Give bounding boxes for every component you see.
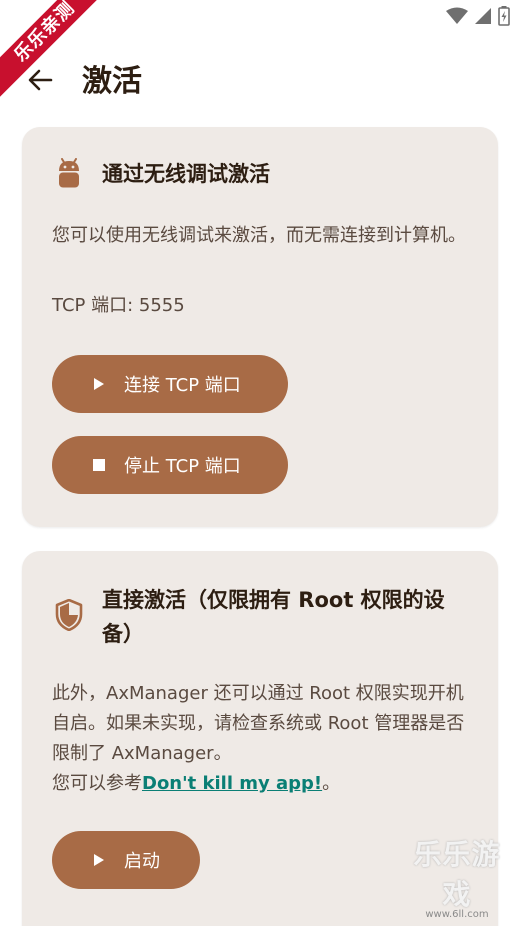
wireless-card-title: 通过无线调试激活 xyxy=(102,162,270,186)
watermark-url: www.6ll.com xyxy=(425,909,489,920)
stop-icon xyxy=(92,458,106,472)
page-title: 激活 xyxy=(82,64,142,99)
tcp-port-text: TCP 端口: 5555 xyxy=(52,295,185,316)
play-icon xyxy=(92,853,106,867)
connect-tcp-port-button[interactable]: 连接 TCP 端口 xyxy=(52,355,288,413)
wifi-icon xyxy=(446,7,468,25)
stop-tcp-port-button[interactable]: 停止 TCP 端口 xyxy=(52,436,288,494)
connect-tcp-port-label: 连接 TCP 端口 xyxy=(124,375,241,396)
screen: 乐乐亲测 激活 通过无线调试激活 您可以使用无线调试来激活，而无需连接到计算机。… xyxy=(0,0,520,926)
start-button-label: 启动 xyxy=(124,851,160,872)
arrow-back-icon xyxy=(27,68,53,96)
stop-tcp-port-label: 停止 TCP 端口 xyxy=(124,456,241,477)
root-card-reference: 您可以参考Don't kill my app!。 xyxy=(52,769,472,799)
dont-kill-my-app-link[interactable]: Don't kill my app! xyxy=(142,773,322,794)
root-card-title: 直接激活（仅限拥有 Root 权限的设备） xyxy=(102,588,445,646)
start-button[interactable]: 启动 xyxy=(52,831,200,889)
app-bar: 激活 xyxy=(0,52,520,112)
cell-signal-icon xyxy=(474,7,492,25)
watermark-logo: 乐乐游戏 www.6ll.com xyxy=(402,833,512,920)
shield-icon xyxy=(52,598,86,632)
play-icon xyxy=(92,377,106,391)
status-icons xyxy=(446,6,510,26)
root-card-description: 此外，AxManager 还可以通过 Root 权限实现开机自启。如果未实现，请… xyxy=(52,683,465,764)
android-icon xyxy=(52,157,86,191)
wireless-card-description: 您可以使用无线调试来激活，而无需连接到计算机。 xyxy=(52,225,466,246)
reference-prefix: 您可以参考 xyxy=(52,773,142,794)
reference-suffix: 。 xyxy=(322,773,341,794)
battery-icon xyxy=(498,6,510,26)
watermark-main-text: 乐乐游戏 xyxy=(413,838,501,911)
wireless-activation-card: 通过无线调试激活 您可以使用无线调试来激活，而无需连接到计算机。 TCP 端口:… xyxy=(22,127,498,527)
